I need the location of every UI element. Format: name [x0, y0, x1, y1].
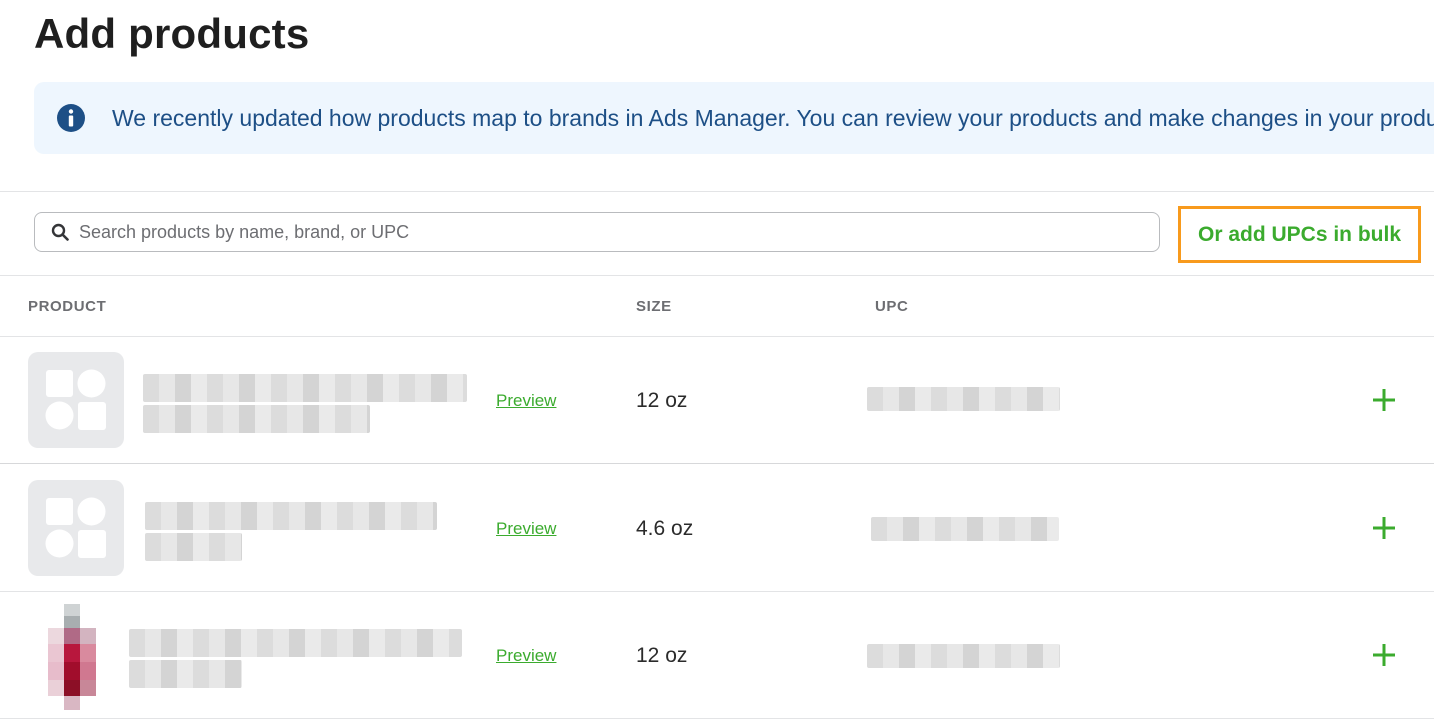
add-product-button[interactable] [1365, 381, 1403, 419]
page-title: Add products [34, 10, 310, 57]
plus-icon [1373, 517, 1395, 539]
info-icon [57, 104, 85, 132]
table-row: Preview 12 oz [0, 337, 1434, 465]
product-size: 12 oz [636, 389, 688, 412]
product-bottle-image [48, 604, 96, 710]
preview-link[interactable]: Preview [496, 519, 556, 539]
divider [0, 718, 1434, 719]
placeholder-icon [45, 369, 106, 430]
product-name-redacted [145, 502, 437, 530]
preview-link[interactable]: Preview [496, 646, 556, 666]
upc-redacted [867, 644, 1060, 668]
product-name-redacted [145, 533, 242, 561]
divider [0, 191, 1434, 192]
table-row: Preview 12 oz [0, 592, 1434, 720]
add-product-button[interactable] [1365, 636, 1403, 674]
preview-link[interactable]: Preview [496, 391, 556, 411]
column-header-upc: UPC [875, 298, 909, 315]
plus-icon [1373, 644, 1395, 666]
upc-redacted [871, 517, 1059, 541]
search-icon [51, 223, 69, 241]
add-product-button[interactable] [1365, 509, 1403, 547]
product-thumbnail [28, 352, 124, 448]
add-upcs-in-bulk-button[interactable]: Or add UPCs in bulk [1178, 206, 1421, 263]
product-name-redacted [129, 660, 242, 688]
column-header-product: PRODUCT [28, 298, 107, 315]
search-input[interactable] [77, 216, 1159, 248]
search-field[interactable] [34, 212, 1160, 252]
placeholder-icon [45, 497, 106, 558]
product-size: 4.6 oz [636, 517, 694, 540]
column-header-size: SIZE [636, 298, 672, 315]
banner-message: We recently updated how products map to … [112, 104, 1434, 131]
product-size: 12 oz [636, 644, 688, 667]
upc-redacted [867, 387, 1060, 411]
info-banner: We recently updated how products map to … [34, 82, 1434, 154]
table-row: Preview 4.6 oz [0, 465, 1434, 593]
product-name-redacted [143, 374, 467, 402]
divider [0, 275, 1434, 276]
product-thumbnail [28, 480, 124, 576]
product-name-redacted [143, 405, 370, 433]
plus-icon [1373, 389, 1395, 411]
product-name-redacted [129, 629, 462, 657]
divider [0, 463, 1434, 464]
